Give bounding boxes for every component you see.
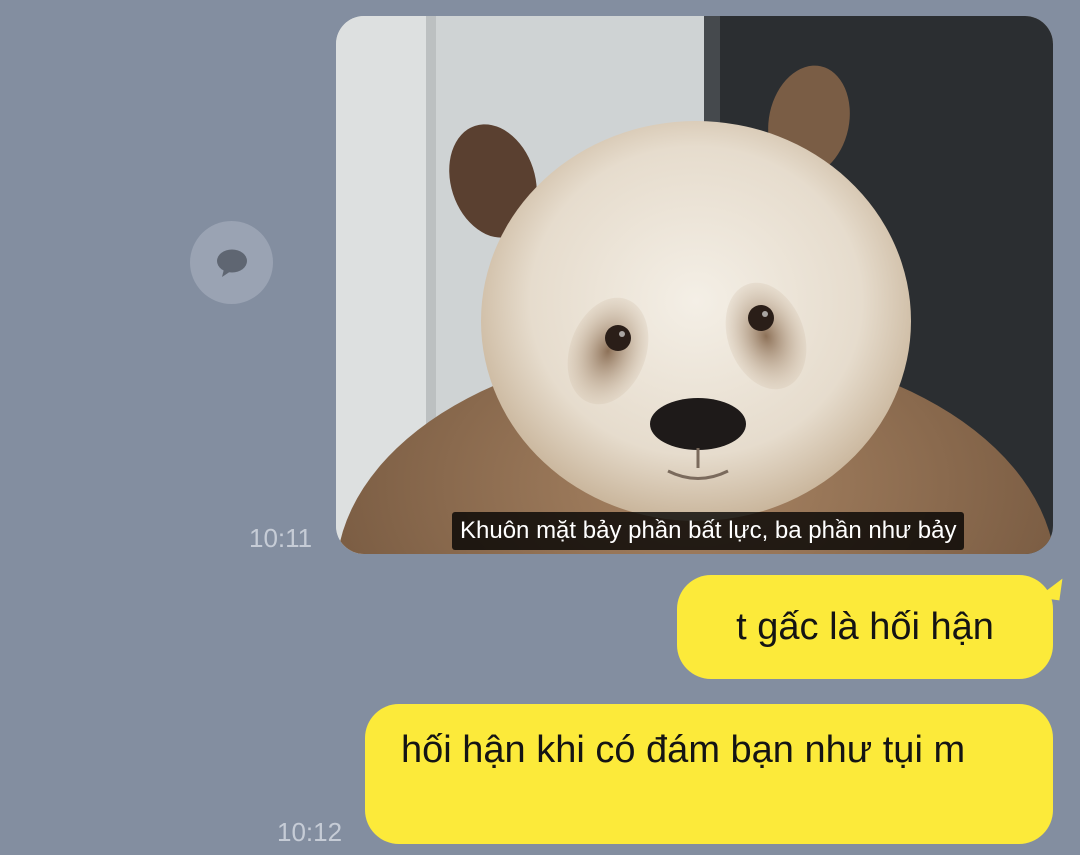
message-bubble[interactable]: t gấc là hối hận — [677, 575, 1063, 679]
image-message[interactable]: Khuôn mặt bảy phần bất lực, ba phần như … — [336, 16, 1053, 554]
timestamp: 10:12 — [277, 817, 343, 847]
message-bubble[interactable]: hối hận khi có đám bạn như tụi m — [365, 704, 1053, 844]
bubble-tail — [1037, 575, 1063, 601]
timestamp: 10:11 — [249, 523, 313, 553]
speech-bubble-icon — [216, 249, 247, 277]
panda-photo — [336, 16, 1053, 554]
message-text: t gấc là hối hận — [736, 606, 994, 648]
message-text: hối hận khi có đám bạn như tụi m — [401, 729, 966, 771]
reply-button[interactable] — [190, 221, 273, 304]
image-caption: Khuôn mặt bảy phần bất lực, ba phần như … — [452, 512, 965, 550]
